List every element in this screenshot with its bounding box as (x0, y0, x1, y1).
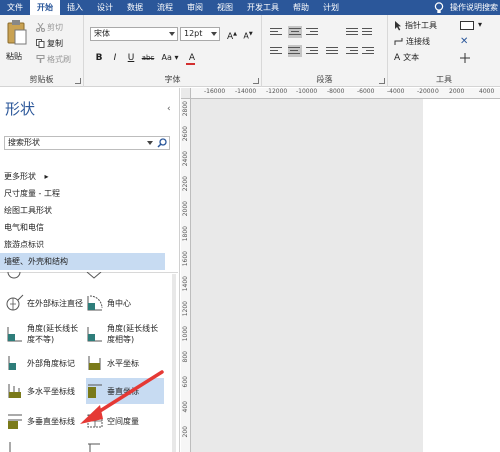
connector-label: 连接线 (406, 37, 430, 46)
pointer-tool-button[interactable]: 指针工具 (394, 20, 437, 31)
tab-process[interactable]: 流程 (150, 0, 180, 15)
copy-label: 复制 (47, 39, 63, 48)
shrink-font-button[interactable]: A▼ (242, 28, 254, 41)
align-center-icon[interactable] (288, 45, 302, 57)
paste-icon (7, 20, 27, 45)
chevron-down-icon[interactable]: ▾ (478, 20, 482, 29)
justify-icon[interactable] (326, 45, 340, 57)
tab-insert[interactable]: 插入 (60, 0, 90, 15)
align-top-left-icon[interactable] (270, 26, 284, 38)
grow-font-button[interactable]: A▲ (226, 28, 238, 42)
text-tool-button[interactable]: A 文本 (394, 52, 419, 63)
tools-group: 指针工具 连接线 A 文本 ▾ ✕ 工具 (388, 15, 500, 87)
decrease-indent-icon[interactable] (346, 45, 360, 57)
align-left-icon[interactable] (270, 45, 284, 57)
clipboard-launcher-icon[interactable] (75, 78, 81, 84)
scissors-icon (36, 23, 45, 32)
align-top-center-icon[interactable] (288, 26, 302, 38)
font-launcher-icon[interactable] (253, 78, 259, 84)
tab-review[interactable]: 审阅 (180, 0, 210, 15)
tab-view[interactable]: 视图 (210, 0, 240, 15)
close-icon[interactable]: ✕ (460, 36, 468, 47)
copy-icon (36, 39, 45, 48)
text-direction-icon[interactable] (362, 26, 376, 38)
align-right-icon[interactable] (306, 45, 320, 57)
tab-data[interactable]: 数据 (120, 0, 150, 15)
clipboard-group: 粘贴 剪切 复制 格式刷 剪贴板 (0, 15, 84, 87)
font-group-label: 字体 (164, 75, 181, 84)
connector-icon (394, 38, 403, 45)
rectangle-shape-button[interactable] (460, 21, 474, 30)
lightbulb-icon (434, 1, 444, 13)
tell-me-label: 操作说明搜索 (450, 3, 498, 12)
font-size-value: 12pt (184, 29, 203, 38)
chevron-down-icon (211, 32, 217, 36)
ruler-corner (181, 88, 191, 99)
tab-plan[interactable]: 计划 (316, 0, 346, 15)
pointer-tool-label: 指针工具 (405, 21, 437, 30)
paste-label: 粘贴 (6, 52, 22, 61)
copy-button[interactable]: 复制 (36, 38, 63, 49)
text-tool-label: 文本 (403, 53, 420, 62)
paragraph-launcher-icon[interactable] (379, 78, 385, 84)
font-group: 宋体 12pt A▲ A▼ B I U abc Aa ▾ A 字体 (84, 15, 262, 87)
underline-button[interactable]: U (126, 52, 136, 64)
format-painter-icon (36, 55, 45, 63)
font-size-combo[interactable]: 12pt (180, 27, 220, 41)
font-name-value: 宋体 (94, 29, 110, 38)
change-case-button[interactable]: Aa ▾ (160, 52, 180, 64)
bullets-icon[interactable] (346, 26, 360, 38)
shapes-panel: 形状 ‹ 搜索形状 更多形状 ▸ 尺寸度量 - 工程 绘图工具形状 电气和电信 … (0, 88, 180, 452)
drawing-page[interactable] (423, 99, 500, 452)
font-name-combo[interactable]: 宋体 (90, 27, 178, 41)
strikethrough-button[interactable]: abc (140, 52, 156, 64)
font-color-button[interactable]: A (184, 52, 200, 65)
tab-home[interactable]: 开始 (30, 0, 60, 15)
italic-button[interactable]: I (110, 52, 120, 64)
chevron-down-icon (169, 32, 175, 36)
tab-design[interactable]: 设计 (90, 0, 120, 15)
drawing-canvas[interactable]: -16000 -14000 -12000 -10000 -8000 -6000 … (181, 88, 500, 452)
paragraph-group: 段落 (262, 15, 388, 87)
horizontal-ruler: -16000 -14000 -12000 -10000 -8000 -6000 … (191, 88, 500, 99)
text-tool-icon: A (394, 52, 401, 63)
tell-me-search[interactable]: 操作说明搜索 (432, 1, 500, 15)
connector-button[interactable]: 连接线 (394, 36, 430, 47)
bold-button[interactable]: B (94, 52, 104, 64)
vertical-ruler: 2800 2600 2400 2200 2000 1800 1600 1400 … (181, 99, 191, 452)
increase-indent-icon[interactable] (362, 45, 376, 57)
ribbon: 粘贴 剪切 复制 格式刷 剪贴板 宋体 12pt A▲ A▼ B I U abc… (0, 15, 500, 87)
font-color-bar (186, 63, 195, 65)
move-icon[interactable] (460, 53, 470, 63)
align-top-right-icon[interactable] (306, 26, 320, 38)
tab-developer[interactable]: 开发工具 (240, 0, 286, 15)
tools-group-label: 工具 (436, 75, 452, 84)
cut-button[interactable]: 剪切 (36, 22, 63, 33)
cut-label: 剪切 (47, 23, 63, 32)
tab-file[interactable]: 文件 (0, 0, 30, 15)
format-painter-button[interactable]: 格式刷 (36, 54, 71, 65)
clipboard-group-label: 剪贴板 (29, 75, 54, 84)
menu-bar: 文件 开始 插入 设计 数据 流程 审阅 视图 开发工具 帮助 计划 操作说明搜… (0, 0, 500, 15)
annotation-arrow (80, 370, 164, 424)
format-painter-label: 格式刷 (47, 55, 71, 64)
paste-button[interactable]: 粘贴 (4, 19, 30, 67)
pointer-icon (395, 20, 401, 30)
tab-help[interactable]: 帮助 (286, 0, 316, 15)
paragraph-group-label: 段落 (316, 75, 333, 84)
